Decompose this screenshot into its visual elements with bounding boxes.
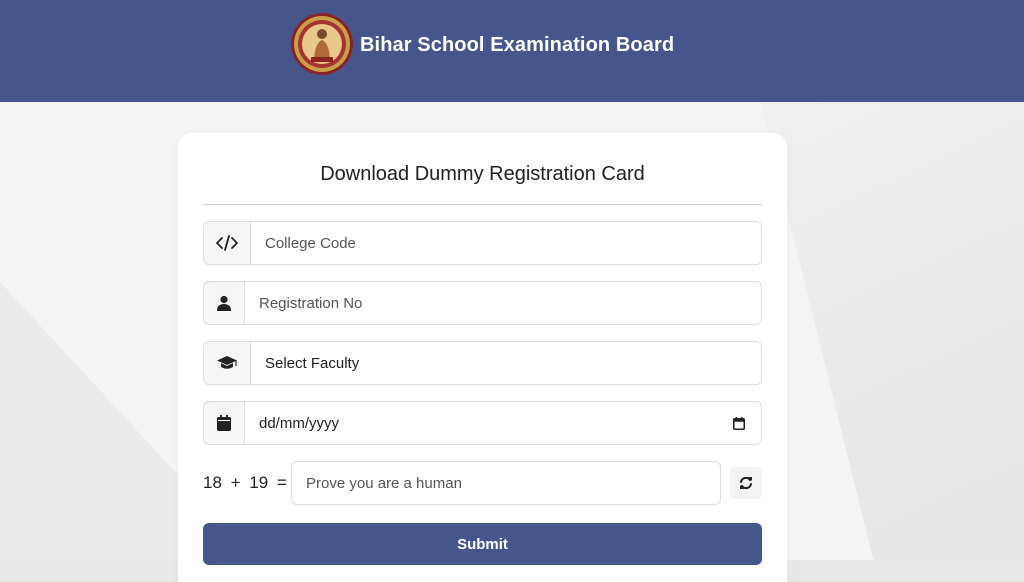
background-shape [0,282,180,582]
divider [203,204,762,205]
registration-no-row: Registration No [203,281,762,325]
faculty-select[interactable]: Select Faculty [250,341,762,385]
form-title: Download Dummy Registration Card [320,163,645,185]
calendar-picker-icon[interactable] [733,416,745,430]
site-title: Bihar School Examination Board [360,34,675,56]
bseb-seal-icon [291,13,353,75]
graduation-cap-icon [203,341,250,385]
user-icon [203,281,244,325]
registration-form-card: Download Dummy Registration Card College… [178,133,787,582]
captcha-expression: 18 + 19 = [203,473,287,492]
date-placeholder: dd/mm/yyyy [259,414,340,432]
refresh-icon [740,476,752,490]
captcha-input[interactable]: Prove you are a human [291,461,721,505]
site-header: Bihar School Examination Board [0,0,1024,102]
college-code-input[interactable]: College Code [250,221,762,265]
faculty-row: Select Faculty [203,341,762,385]
background-shape [760,102,1024,582]
refresh-captcha-button[interactable] [730,467,762,499]
date-input[interactable]: dd/mm/yyyy [244,401,762,445]
submit-button[interactable]: Submit [203,523,762,565]
calendar-icon [203,401,244,445]
code-icon [203,221,250,265]
college-code-row: College Code [203,221,762,265]
date-row: dd/mm/yyyy [203,401,762,445]
captcha-row: 18 + 19 = Prove you are a human [203,461,762,505]
registration-no-input[interactable]: Registration No [244,281,762,325]
